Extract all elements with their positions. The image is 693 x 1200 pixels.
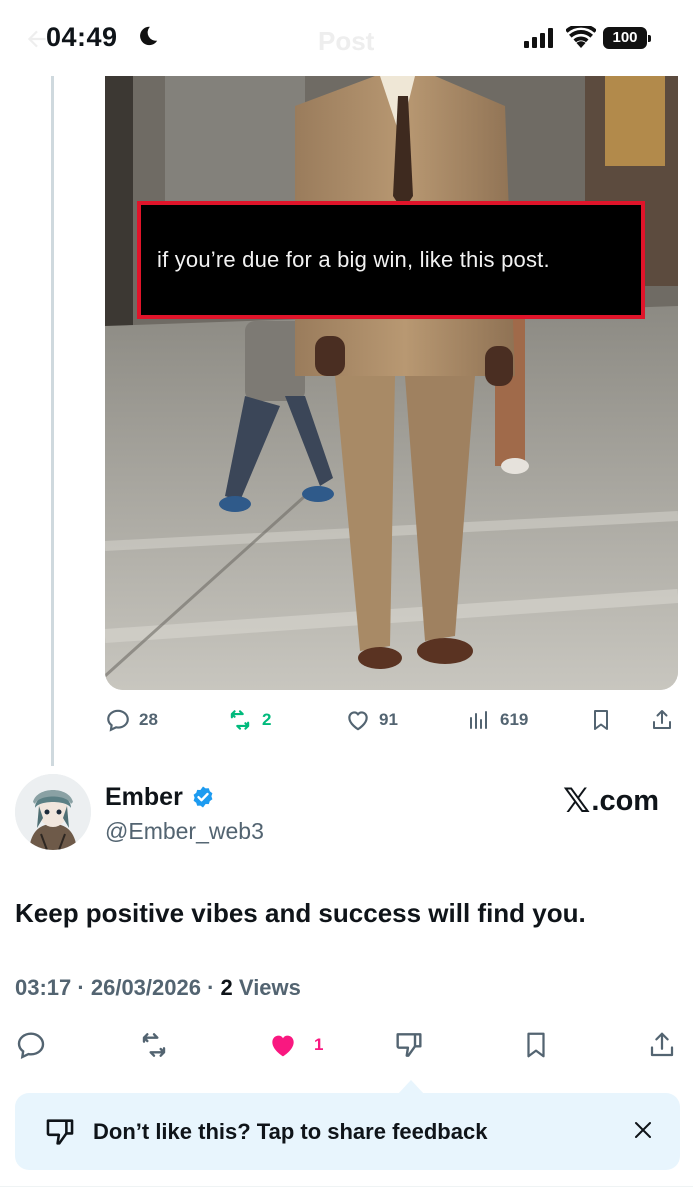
quoted-post-actions: 28 2 91 619 bbox=[105, 703, 680, 737]
post-views-label: Views bbox=[238, 975, 301, 1000]
post-views-count: 2 bbox=[220, 975, 233, 1000]
thread-line bbox=[51, 76, 54, 766]
post-time[interactable]: 03:17 bbox=[15, 975, 71, 1000]
verified-icon bbox=[193, 786, 213, 808]
x-logo-icon: 𝕏 bbox=[563, 781, 591, 821]
reply-count: 28 bbox=[139, 710, 158, 729]
dislike-button[interactable] bbox=[393, 1027, 425, 1063]
views-count: 619 bbox=[500, 710, 529, 729]
like-count: 1 bbox=[314, 1035, 324, 1054]
reply-icon bbox=[17, 1032, 45, 1060]
post-actions: 1 bbox=[15, 1027, 680, 1063]
heart-icon bbox=[272, 1035, 294, 1057]
street-photo bbox=[105, 76, 678, 690]
repost-icon bbox=[230, 710, 250, 730]
share-button[interactable] bbox=[647, 1027, 677, 1063]
meta-separator: · bbox=[77, 975, 91, 1000]
anime-avatar-image bbox=[15, 774, 91, 850]
reply-button[interactable] bbox=[15, 1027, 47, 1063]
feedback-caret bbox=[398, 1080, 424, 1094]
x-com-logo: 𝕏 .com bbox=[563, 781, 659, 821]
avatar[interactable] bbox=[15, 774, 91, 850]
share-icon bbox=[650, 1032, 674, 1057]
repost-icon bbox=[142, 1033, 166, 1057]
like-button[interactable]: 1 bbox=[266, 1027, 323, 1063]
repost-button[interactable]: 2 bbox=[226, 703, 271, 737]
reply-button[interactable]: 28 bbox=[105, 703, 158, 737]
post-image[interactable] bbox=[105, 76, 678, 690]
feedback-banner[interactable]: Don’t like this? Tap to share feedback bbox=[15, 1093, 680, 1170]
x-logo-suffix: .com bbox=[591, 784, 660, 817]
post-meta: 03:17 · 26/03/2026 · 2 Views bbox=[15, 975, 301, 1001]
dislike-icon bbox=[396, 1033, 422, 1057]
bookmark-icon bbox=[527, 1032, 545, 1058]
post-text: Keep positive vibes and success will fin… bbox=[15, 898, 586, 928]
reply-icon bbox=[107, 709, 129, 732]
heart-icon bbox=[348, 711, 368, 731]
battery-indicator: 100 bbox=[603, 27, 651, 49]
repost-count: 2 bbox=[262, 710, 272, 729]
status-time: 04:49 bbox=[46, 22, 118, 52]
bottom-divider bbox=[0, 1186, 693, 1187]
author-name[interactable]: Ember bbox=[105, 783, 183, 812]
post-date[interactable]: 26/03/2026 bbox=[91, 975, 201, 1000]
status-bar: 04:49 Post 100 bbox=[0, 0, 693, 76]
wifi-icon bbox=[566, 26, 596, 48]
close-icon[interactable] bbox=[631, 1118, 655, 1142]
caption-box: if you’re due for a big win, like this p… bbox=[137, 201, 645, 319]
like-count: 91 bbox=[379, 710, 398, 729]
like-button[interactable]: 91 bbox=[345, 703, 398, 737]
repost-button[interactable] bbox=[137, 1027, 171, 1063]
bookmark-button[interactable] bbox=[521, 1027, 551, 1063]
author-handle[interactable]: @Ember_web3 bbox=[105, 818, 264, 845]
share-button[interactable] bbox=[650, 703, 674, 737]
views-icon bbox=[470, 711, 487, 729]
meta-separator: · bbox=[207, 975, 221, 1000]
page-title: Post bbox=[318, 26, 375, 56]
feedback-text: Don’t like this? Tap to share feedback bbox=[93, 1119, 488, 1144]
bookmark-icon bbox=[594, 710, 608, 730]
signal-icon bbox=[524, 28, 553, 48]
dislike-icon bbox=[46, 1119, 74, 1145]
image-caption: if you’re due for a big win, like this p… bbox=[157, 247, 550, 272]
moon-icon bbox=[140, 26, 158, 46]
views-button[interactable]: 619 bbox=[468, 703, 528, 737]
bookmark-button[interactable] bbox=[589, 703, 613, 737]
share-icon bbox=[653, 710, 671, 729]
